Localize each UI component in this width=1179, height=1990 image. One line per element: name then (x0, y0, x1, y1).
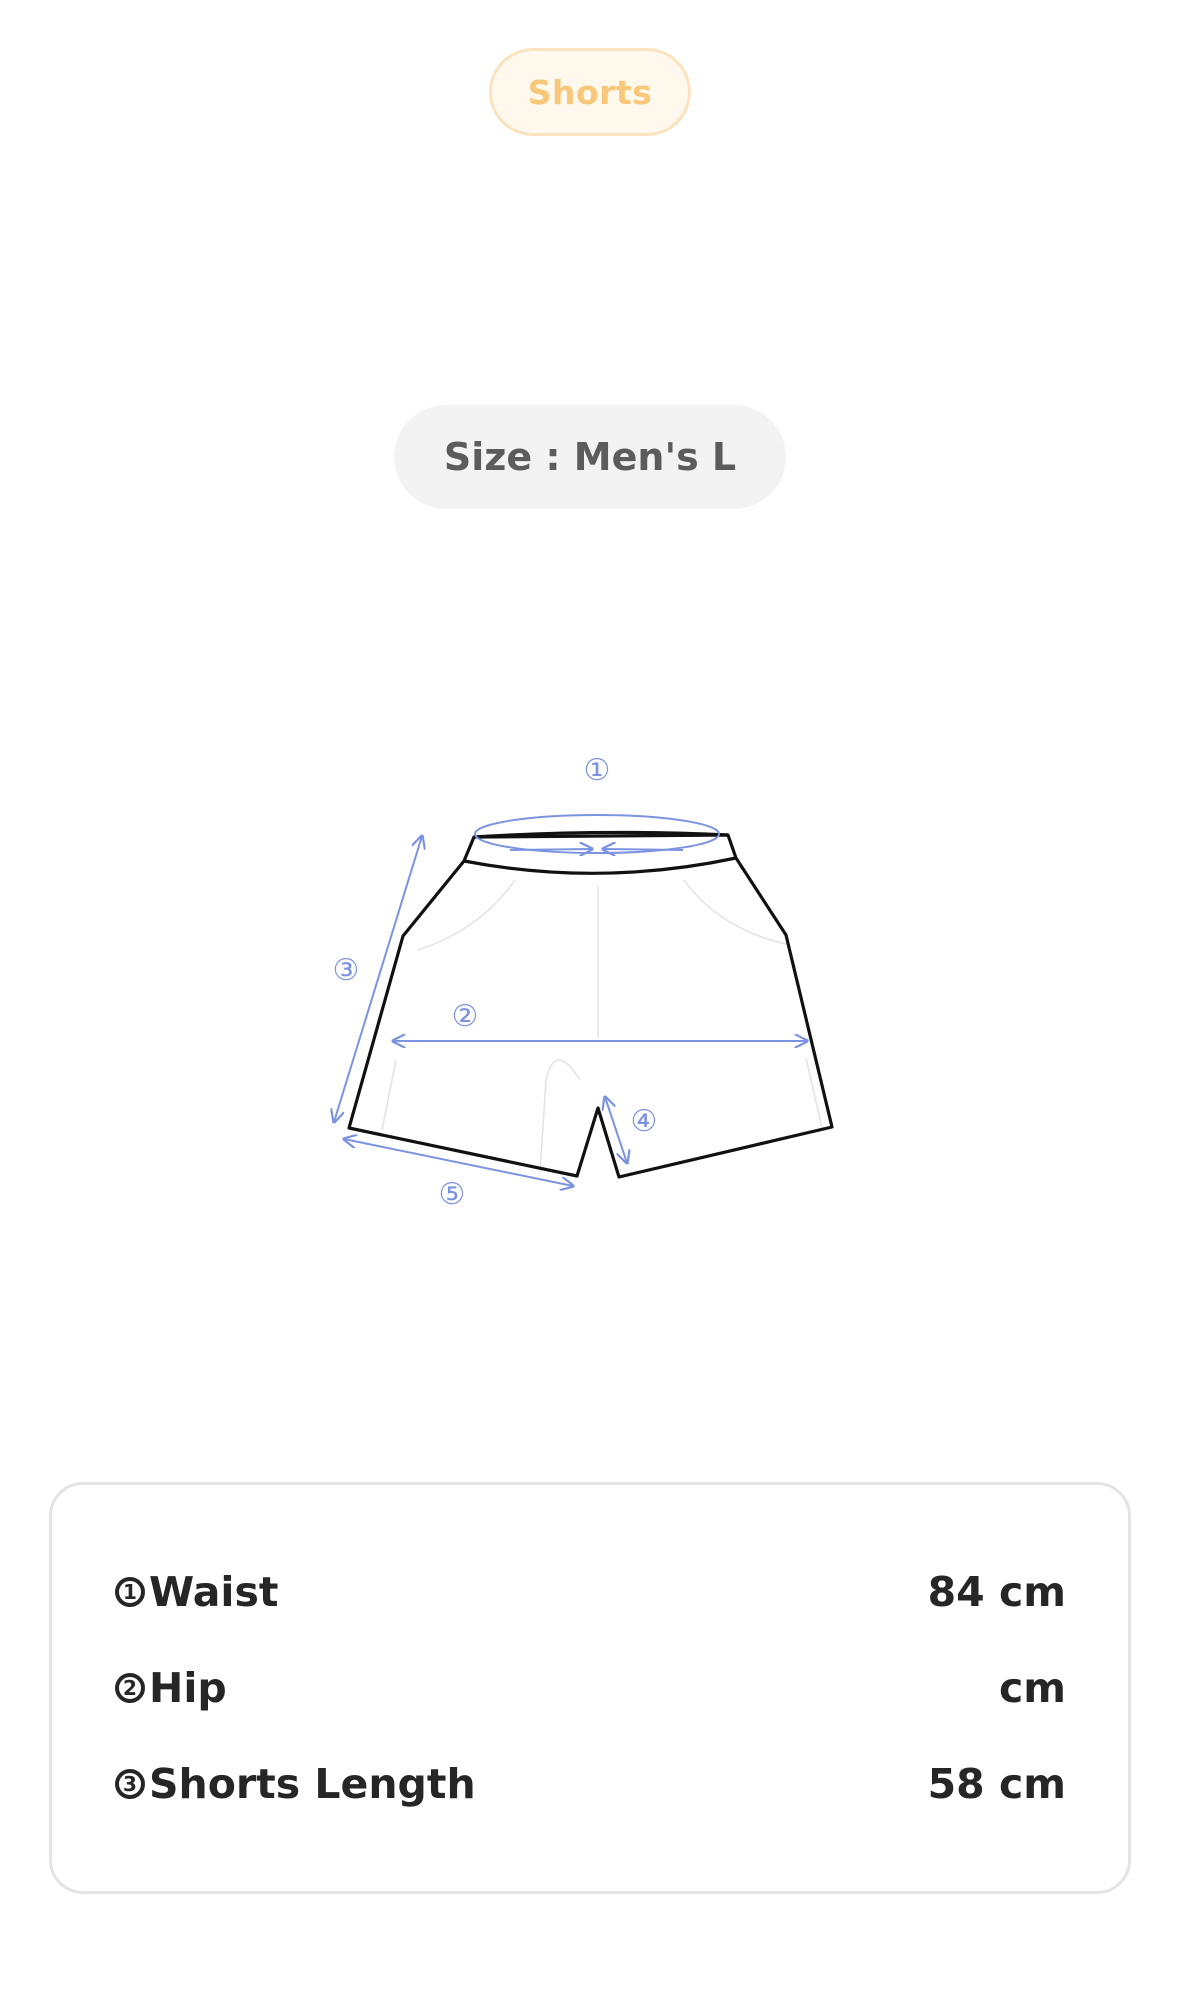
rise-arrow (605, 1097, 627, 1163)
size-badge: Size : Men's L (394, 405, 786, 509)
measure-row-length: 3 Shorts Length 58 cm (115, 1754, 1066, 1814)
size-label: Size : Men's L (443, 435, 737, 479)
seam-lines (381, 879, 823, 1173)
measure-lines (334, 814, 807, 1186)
marker-waist: ① (584, 753, 611, 788)
marker-hem: ⑤ (439, 1177, 466, 1212)
hip-label: Hip (149, 1664, 227, 1712)
measure-row-hip: 2 Hip cm (115, 1658, 1066, 1718)
waist-value: 84 cm (927, 1568, 1066, 1616)
number-badge-3: 3 (115, 1769, 145, 1799)
category-label: Shorts (527, 72, 653, 112)
number-badge-1: 1 (115, 1577, 145, 1607)
shorts-outline (347, 830, 834, 1179)
waist-label: Waist (149, 1568, 279, 1616)
measure-label-hip: 2 Hip (115, 1664, 227, 1712)
category-badge: Shorts (489, 48, 691, 136)
shorts-length-value: 58 cm (927, 1760, 1066, 1808)
measurements-card: 1 Waist 84 cm 2 Hip cm 3 Shorts Length 5… (49, 1482, 1131, 1894)
marker-rise: ④ (631, 1104, 658, 1139)
marker-length: ③ (333, 953, 360, 988)
hip-value: cm (998, 1664, 1066, 1712)
measure-label-length: 3 Shorts Length (115, 1760, 476, 1808)
shorts-length-label: Shorts Length (149, 1760, 476, 1808)
shorts-diagram: ① ② ③ ④ ⑤ (300, 740, 880, 1240)
waist-arrow-left (509, 849, 592, 850)
marker-hip: ② (452, 999, 479, 1034)
shorts-diagram-svg: ① ② ③ ④ ⑤ (300, 753, 834, 1212)
waist-arrow-right (603, 849, 684, 850)
measure-label-waist: 1 Waist (115, 1568, 279, 1616)
number-badge-2: 2 (115, 1673, 145, 1703)
measure-row-waist: 1 Waist 84 cm (115, 1562, 1066, 1622)
